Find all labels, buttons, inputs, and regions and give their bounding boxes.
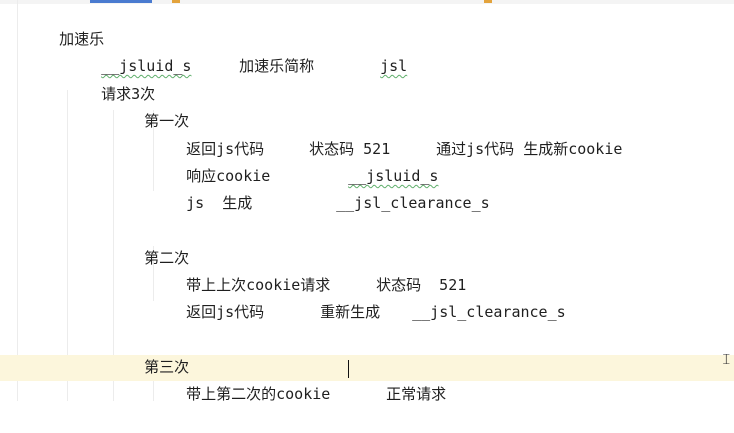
text-line[interactable]: 第三次 (108, 328, 189, 376)
text-line[interactable]: __jsl_clearance_s (300, 164, 490, 212)
text-line[interactable]: 状态码 521 (340, 246, 466, 294)
text-line[interactable]: 通过js代码 生成新cookie (400, 110, 622, 158)
text-line[interactable]: 响应cookie (150, 137, 270, 185)
tab-strip-edge (0, 0, 734, 4)
line-text: __jsl_clearance_s (412, 303, 566, 321)
ibeam-cursor-icon: 𝙸 (721, 350, 732, 368)
text-line[interactable]: 请求3次 (65, 55, 155, 103)
text-line[interactable]: 带上第二次的cookie (150, 355, 330, 403)
text-line[interactable]: __jsluid_s (65, 27, 191, 75)
tab-icon (172, 0, 180, 3)
line-text: jsl (380, 57, 408, 75)
text-line[interactable]: 第一次 (108, 82, 189, 130)
indent-guide (17, 0, 18, 401)
line-text: 带上第二次的cookie (186, 385, 331, 403)
text-line[interactable]: 重新生成 (284, 273, 380, 321)
text-line[interactable]: js 生成 (150, 164, 252, 212)
text-line[interactable]: 第二次 (108, 219, 189, 267)
line-text: 正常请求 (386, 385, 447, 403)
text-line[interactable]: 加速乐 (23, 0, 104, 48)
text-line[interactable]: 正常请求 (350, 355, 446, 403)
text-line[interactable]: 返回js代码 (150, 110, 264, 158)
text-line[interactable]: 加速乐简称 (203, 27, 314, 75)
text-line[interactable]: 状态码 521 (273, 110, 390, 158)
text-line[interactable]: 返回js代码 (150, 273, 264, 321)
line-text: __jsl_clearance_s (336, 194, 490, 212)
line-text: 返回js代码 (186, 303, 265, 321)
line-text: 重新生成 (320, 303, 381, 321)
tab-icon (484, 0, 492, 3)
text-line[interactable]: __jsl_clearance_s (376, 273, 566, 321)
text-line[interactable]: __jsluid_s (312, 137, 438, 185)
text-line[interactable]: jsl (344, 27, 407, 75)
text-caret (348, 360, 349, 378)
line-text: js 生成 (186, 194, 253, 212)
line-text: 通过js代码 生成新cookie (436, 140, 623, 158)
text-line[interactable]: 带上上次cookie请求 (150, 246, 330, 294)
line-text: 加速乐简称 (239, 57, 315, 75)
